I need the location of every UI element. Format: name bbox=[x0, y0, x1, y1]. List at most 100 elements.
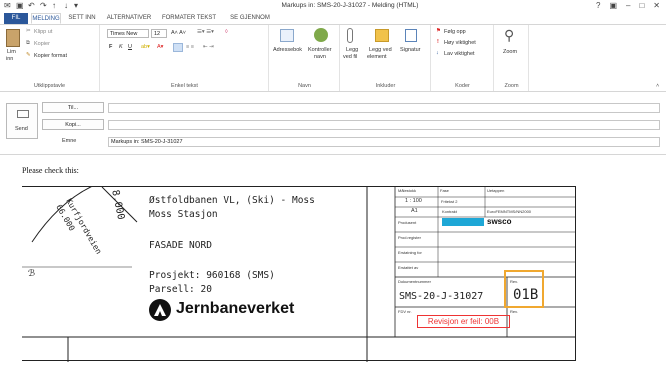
title-line-3: FASADE NORD bbox=[149, 240, 212, 251]
copy-icon[interactable]: ⧉ bbox=[26, 40, 30, 47]
bold-icon[interactable]: F bbox=[109, 44, 112, 50]
zoom-icon[interactable]: ⚲ bbox=[504, 27, 514, 44]
phase-label: Fase bbox=[440, 188, 449, 193]
company-logo-text: swsco bbox=[487, 217, 512, 226]
prod-register-label: Prod.register bbox=[398, 235, 421, 240]
to-button[interactable]: Til... bbox=[42, 102, 104, 113]
help-icon[interactable]: ? bbox=[596, 1, 600, 10]
follow-up-button[interactable]: Følg opp bbox=[444, 29, 466, 35]
minimize-icon[interactable]: – bbox=[626, 1, 630, 10]
high-importance-button[interactable]: Høy viktighet bbox=[444, 40, 476, 46]
copy-button[interactable]: Kopier bbox=[34, 41, 50, 47]
replaces-label: Erstatning for bbox=[398, 250, 422, 255]
align-left-icon[interactable] bbox=[173, 43, 183, 52]
save-icon[interactable]: ▣ bbox=[16, 1, 24, 10]
zoom-group-label: Zoom bbox=[504, 83, 519, 89]
phase-value: Fritekst 2 bbox=[441, 199, 458, 204]
undo-icon[interactable]: ↶ bbox=[28, 1, 35, 10]
revision-note: Revisjon er feil: 00B bbox=[417, 315, 510, 328]
title-bar: ✉ ▣ ↶ ↷ ↑ ↓ ▾ Markups in: SMS-20-J-31027… bbox=[0, 0, 666, 12]
tab-insert[interactable]: SETT INN bbox=[66, 13, 98, 24]
send-icon bbox=[17, 110, 29, 118]
check-names-button-2[interactable]: navn bbox=[314, 54, 326, 60]
ribbon-display-icon[interactable]: ▣ bbox=[609, 1, 617, 10]
include-group-label: Inkluder bbox=[375, 83, 396, 89]
basic-text-group-label: Enkel tekst bbox=[171, 83, 198, 89]
message-text: Please check this: bbox=[22, 166, 79, 175]
format-painter-button[interactable]: Kopier format bbox=[34, 53, 67, 59]
send-label: Send bbox=[15, 126, 28, 132]
attach-item-icon[interactable] bbox=[375, 29, 389, 42]
clear-format-icon[interactable]: ◊ bbox=[225, 29, 228, 35]
names-group-label: Navn bbox=[298, 83, 311, 89]
customize-toolbar-icon[interactable]: ▾ bbox=[74, 1, 78, 10]
subject-field[interactable]: Markups in: SMS-20-J-31027 bbox=[108, 137, 660, 147]
attach-item-button-2[interactable]: element bbox=[367, 54, 387, 60]
paste-icon[interactable] bbox=[6, 29, 20, 47]
tab-options[interactable]: ALTERNATIVER bbox=[104, 13, 154, 24]
low-importance-button[interactable]: Lav viktighet bbox=[444, 51, 475, 57]
font-size-combo[interactable]: 12 bbox=[151, 29, 167, 38]
align-center-icon[interactable]: ≡ ≡ bbox=[186, 44, 194, 50]
bullets-icon[interactable]: ☰▾ ☰▾ bbox=[197, 29, 214, 35]
close-icon[interactable]: ✕ bbox=[653, 1, 660, 10]
paperclip-icon[interactable] bbox=[347, 28, 353, 43]
maximize-icon[interactable]: □ bbox=[639, 1, 644, 10]
collapse-ribbon-icon[interactable]: ˄ bbox=[656, 83, 659, 89]
address-book-icon[interactable] bbox=[280, 29, 294, 42]
cut-icon[interactable]: ✂ bbox=[26, 28, 31, 34]
clipboard-group-label: Utklippstavle bbox=[33, 83, 66, 89]
underline-icon[interactable]: U bbox=[128, 44, 132, 50]
paste-label[interactable]: Lim bbox=[7, 49, 16, 55]
to-field[interactable] bbox=[108, 103, 660, 113]
drawing-image: 8.000 Kurfjordveien 66.000 ℬ Østfoldbane… bbox=[22, 186, 576, 362]
signature-button[interactable]: Signatur bbox=[400, 47, 421, 53]
window-title: Markups in: SMS-20-J-31027 - Melding (HT… bbox=[281, 2, 419, 9]
flag-icon[interactable]: ⚑ bbox=[436, 28, 441, 34]
grow-font-icon[interactable]: A˄ A˅ bbox=[171, 30, 186, 36]
tab-message[interactable]: MELDING bbox=[31, 13, 61, 24]
tags-group: ⚑ Følg opp ! Høy viktighet ↓ Lav viktigh… bbox=[432, 25, 494, 91]
font-color-icon[interactable]: A▾ bbox=[157, 44, 163, 50]
attach-item-button[interactable]: Legg ved bbox=[369, 47, 392, 53]
check-names-icon[interactable] bbox=[314, 28, 328, 42]
send-button[interactable]: Send bbox=[6, 103, 38, 139]
producer-logo-bar bbox=[442, 218, 484, 226]
check-names-button[interactable]: Kontroller bbox=[308, 47, 332, 53]
subject-label: Emne bbox=[62, 138, 77, 144]
attach-file-button[interactable]: Legg bbox=[346, 47, 358, 53]
cc-field[interactable] bbox=[108, 120, 660, 130]
redo-icon[interactable]: ↷ bbox=[40, 1, 47, 10]
scale-label: Målestokk bbox=[398, 188, 417, 193]
unused-label: Uetappen bbox=[487, 188, 505, 193]
names-group: Adressebok Kontroller navn Navn bbox=[270, 25, 340, 91]
signature-icon[interactable] bbox=[405, 29, 417, 42]
up-arrow-icon[interactable]: ↑ bbox=[52, 1, 56, 10]
italic-icon[interactable]: K bbox=[119, 44, 123, 50]
logo-text: Jernbaneverket bbox=[176, 300, 295, 317]
format-painter-icon[interactable]: ✎ bbox=[26, 52, 31, 58]
highlight-icon[interactable]: ab▾ bbox=[141, 44, 150, 50]
tab-file[interactable]: FIL bbox=[4, 13, 28, 24]
low-importance-icon[interactable]: ↓ bbox=[436, 50, 439, 56]
tab-format-text[interactable]: FORMATER TEKST bbox=[158, 13, 220, 24]
message-body[interactable]: Please check this: 8.000 Kurfjordveien 6… bbox=[0, 156, 666, 378]
font-combo[interactable]: Times New bbox=[107, 29, 149, 38]
title-line-1: Østfoldbanen VL, (Ski) - Moss bbox=[149, 195, 315, 206]
zoom-button[interactable]: Zoom bbox=[503, 49, 517, 55]
attach-file-button-2[interactable]: ved fil bbox=[343, 54, 357, 60]
cc-button[interactable]: Kopi... bbox=[42, 119, 104, 130]
address-book-button[interactable]: Adressebok bbox=[273, 47, 302, 53]
replaced-by-label: Erstattet av bbox=[398, 265, 419, 270]
cut-button[interactable]: Klipp ut bbox=[34, 29, 52, 35]
down-arrow-icon[interactable]: ↓ bbox=[64, 1, 68, 10]
ribbon-tabs: FIL MELDING SETT INN ALTERNATIVER FORMAT… bbox=[0, 12, 666, 25]
tab-review[interactable]: SE GJENNOM bbox=[224, 13, 276, 24]
clipboard-group: Lim inn ✂ Klipp ut ⧉ Kopier ✎ Kopier for… bbox=[0, 25, 100, 91]
paste-label-2[interactable]: inn bbox=[6, 56, 13, 62]
basic-text-group: Times New 12 A˄ A˅ ☰▾ ☰▾ ◊ F K U ab▾ A▾ … bbox=[101, 25, 269, 91]
fdv-label: FDV nr. bbox=[398, 309, 412, 314]
compose-header: Send Til... Kopi... Emne Markups in: SMS… bbox=[0, 93, 666, 155]
high-importance-icon[interactable]: ! bbox=[437, 39, 439, 45]
indent-icon[interactable]: ⇤ ⇥ bbox=[203, 44, 214, 50]
